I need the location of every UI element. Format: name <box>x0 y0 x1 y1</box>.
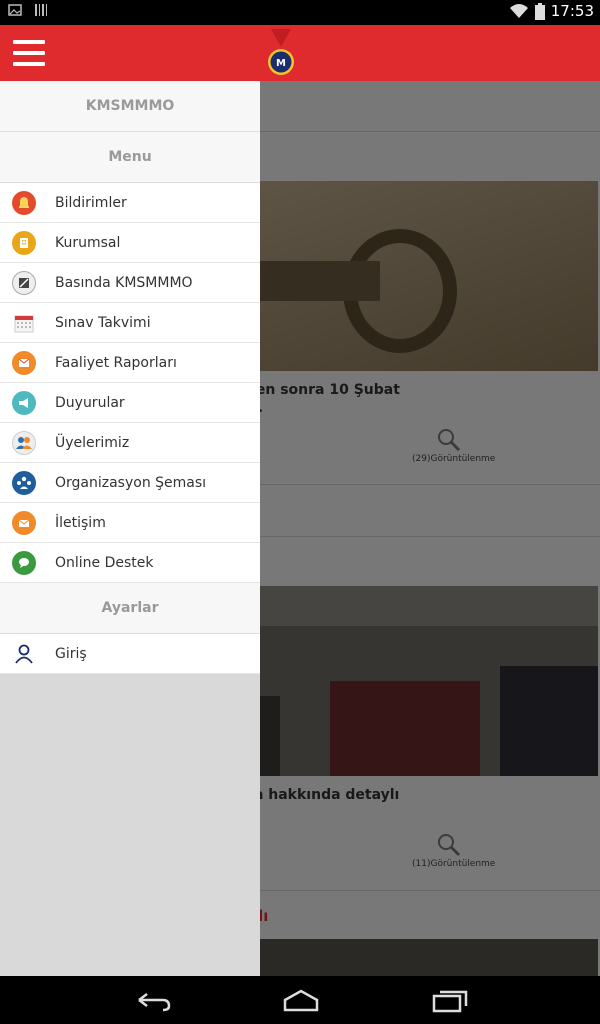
drawer-item-bildirimler[interactable]: Bildirimler <box>0 183 260 223</box>
drawer-header: KMSMMMO <box>0 81 260 132</box>
hamburger-menu-button[interactable] <box>13 40 45 66</box>
chat-icon <box>12 550 36 575</box>
drawer-item-label: Faaliyet Raporları <box>55 354 177 371</box>
recent-apps-icon[interactable] <box>430 986 470 1014</box>
drawer-item-label: Üyelerimiz <box>55 434 130 451</box>
organization-icon <box>12 470 36 495</box>
drawer-item-kurumsal[interactable]: Kurumsal <box>0 223 260 263</box>
contact-icon <box>12 510 36 535</box>
drawer-item-label: Giriş <box>55 645 87 662</box>
user-icon <box>12 642 36 666</box>
settings-section-heading: Ayarlar <box>0 583 260 634</box>
clock: 17:53 <box>550 2 594 20</box>
drawer-item-label: Duyurular <box>55 394 125 411</box>
drawer-item-label: Organizasyon Şeması <box>55 474 207 491</box>
bell-icon <box>12 190 36 215</box>
drawer-item-iletisim[interactable]: İletişim <box>0 503 260 543</box>
barcode-notification-icon <box>35 4 47 16</box>
svg-text:M: M <box>276 58 286 69</box>
drawer-item-duyurular[interactable]: Duyurular <box>0 383 260 423</box>
drawer-item-basinda[interactable]: Basında KMSMMMO <box>0 263 260 303</box>
drawer-item-label: Kurumsal <box>55 234 121 251</box>
newspaper-icon <box>12 270 36 295</box>
drawer-item-sinav-takvimi[interactable]: Sınav Takvimi <box>0 303 260 343</box>
wifi-icon <box>509 4 528 18</box>
image-notification-icon <box>8 4 22 16</box>
building-icon <box>12 230 36 255</box>
battery-icon <box>534 2 545 20</box>
menu-section-heading: Menu <box>0 132 260 183</box>
back-icon[interactable] <box>133 986 173 1014</box>
app-bar: M <box>0 25 600 81</box>
drawer-item-organizasyon-semasi[interactable]: Organizasyon Şeması <box>0 463 260 503</box>
system-navigation-bar <box>0 976 600 1024</box>
calendar-icon <box>12 310 36 335</box>
megaphone-icon <box>12 390 36 415</box>
status-bar: 17:53 <box>0 0 600 25</box>
drawer-item-label: İletişim <box>55 514 106 531</box>
drawer-item-uyelerimiz[interactable]: Üyelerimiz <box>0 423 260 463</box>
drawer-item-faaliyet-raporlari[interactable]: Faaliyet Raporları <box>0 343 260 383</box>
members-icon <box>12 430 36 455</box>
drawer-item-label: Sınav Takvimi <box>55 314 151 331</box>
drawer-item-label: Bildirimler <box>55 194 127 211</box>
report-icon <box>12 350 36 375</box>
home-icon[interactable] <box>281 986 321 1014</box>
drawer-item-online-destek[interactable]: Online Destek <box>0 543 260 583</box>
drawer-item-label: Basında KMSMMMO <box>55 274 193 291</box>
navigation-drawer: KMSMMMO Menu Bildirimler Kurumsal Basınd… <box>0 81 260 976</box>
status-notifications <box>8 3 48 17</box>
drawer-item-giris[interactable]: Giriş <box>0 634 260 674</box>
kmsmmmo-logo: M <box>268 29 294 75</box>
drawer-item-label: Online Destek <box>55 554 154 571</box>
